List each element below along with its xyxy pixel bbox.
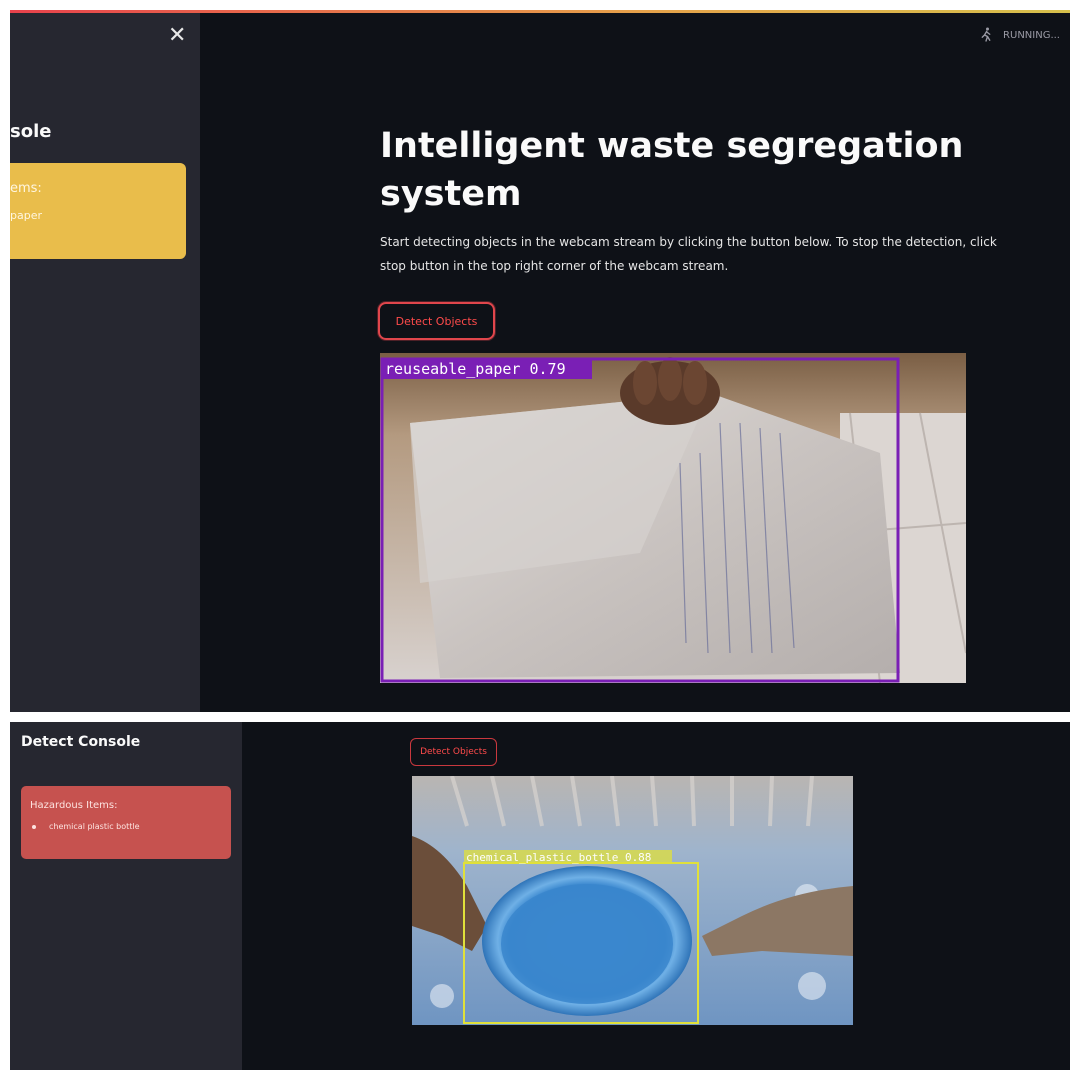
running-man-icon (981, 27, 991, 42)
detection-label: reuseable_paper 0.79 (385, 360, 566, 378)
warning-card-item: paper (10, 209, 42, 222)
detect-objects-button[interactable]: Detect Objects (410, 738, 497, 766)
warning-card-heading: ems: (10, 181, 42, 196)
warning-card: ems: paper (10, 163, 186, 259)
status-indicator: RUNNING... (977, 26, 1060, 44)
status-label: RUNNING... (1003, 29, 1060, 41)
detect-objects-button[interactable]: Detect Objects (378, 302, 495, 340)
webcam-stream: chemical_plastic_bottle 0.88 (412, 776, 853, 1025)
sidebar: Detect Console Hazardous Items: chemical… (10, 722, 242, 1070)
sidebar: ✕ sole ems: paper (10, 13, 200, 712)
sidebar-title: Detect Console (21, 734, 141, 750)
webcam-stream: reuseable_paper 0.79 (380, 353, 966, 683)
hazard-card-item: chemical plastic bottle (49, 822, 140, 831)
webcam-frame: reuseable_paper 0.79 (380, 353, 966, 683)
page-description: Start detecting objects in the webcam st… (380, 235, 997, 273)
app-screenshot-bottom: Detect Console Hazardous Items: chemical… (10, 722, 1070, 1070)
hazard-card: Hazardous Items: chemical plastic bottle (21, 786, 231, 859)
webcam-frame: chemical_plastic_bottle 0.88 (412, 776, 853, 1025)
page-title: Intelligent waste segregation system (380, 126, 964, 214)
sidebar-title: sole (10, 121, 52, 142)
app-screenshot-top: ✕ sole ems: paper RUNNING... Intelligent… (10, 10, 1070, 712)
detection-label: chemical_plastic_bottle 0.88 (466, 851, 651, 864)
close-icon[interactable]: ✕ (168, 25, 186, 47)
hazard-card-heading: Hazardous Items: (30, 800, 118, 811)
bullet-icon (32, 825, 36, 829)
